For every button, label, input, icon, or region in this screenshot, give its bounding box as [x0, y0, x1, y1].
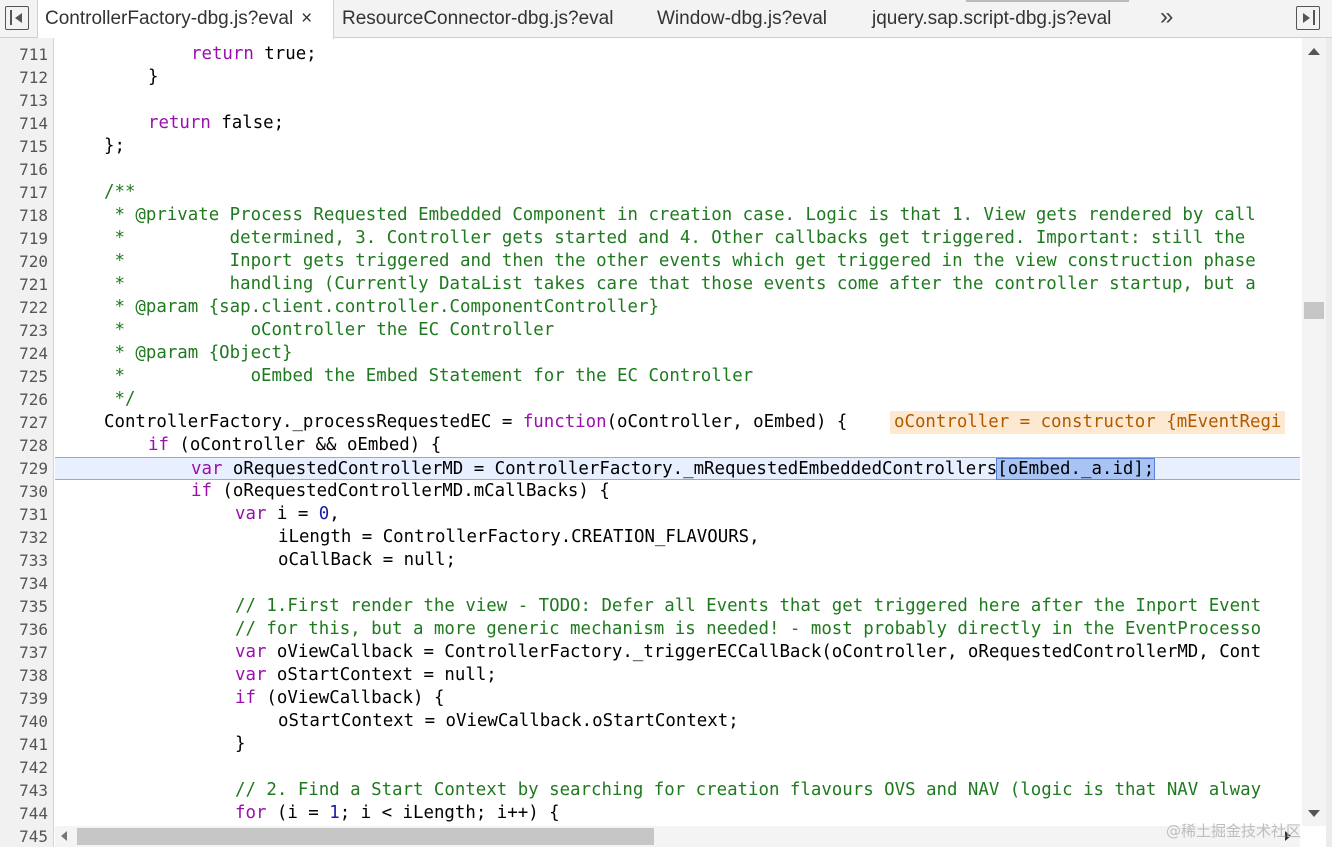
code-line: return false;	[148, 113, 285, 133]
inline-variable-value[interactable]: oController = constructor {mEventRegi	[890, 411, 1286, 434]
line-number[interactable]: 732	[0, 526, 48, 549]
horizontal-scroll-thumb[interactable]	[77, 828, 654, 845]
code-line: oStartContext = oViewCallback.oStartCont…	[278, 711, 739, 731]
watermark: @稀土掘金技术社区	[1166, 822, 1302, 840]
scroll-up-icon[interactable]	[1308, 48, 1320, 55]
code-editor[interactable]: return true; } return false; }; /** * @p…	[55, 38, 1300, 826]
line-number[interactable]: 713	[0, 89, 48, 112]
code-comment: * @private Process Requested Embedded Co…	[104, 205, 1256, 225]
line-number[interactable]: 730	[0, 480, 48, 503]
tab-label: ControllerFactory-dbg.js?eval	[45, 8, 294, 29]
code-comment: * Inport gets triggered and then the oth…	[104, 251, 1256, 271]
line-number[interactable]: 717	[0, 181, 48, 204]
line-number[interactable]: 738	[0, 664, 48, 687]
code-line: var oViewCallback = ControllerFactory._t…	[235, 642, 1262, 662]
code-comment: * oEmbed the Embed Statement for the EC …	[104, 366, 754, 386]
code-comment: * determined, 3. Controller gets started…	[104, 228, 1246, 248]
line-number[interactable]: 739	[0, 687, 48, 710]
code-line: }	[148, 67, 159, 87]
line-number[interactable]: 737	[0, 641, 48, 664]
triangle-right-icon	[1303, 13, 1310, 23]
vertical-scrollbar[interactable]	[1302, 38, 1326, 826]
tab-jquery-sap-script[interactable]: jquery.sap.script-dbg.js?eval	[872, 0, 1111, 38]
toggle-debugger-button[interactable]	[1296, 6, 1320, 30]
code-comment: * @param {Object}	[104, 343, 293, 363]
code-line: iLength = ControllerFactory.CREATION_FLA…	[278, 527, 760, 547]
line-number[interactable]: 722	[0, 296, 48, 319]
panel-bar-icon	[10, 10, 12, 25]
line-number[interactable]: 740	[0, 710, 48, 733]
line-number[interactable]: 716	[0, 158, 48, 181]
line-number[interactable]: 728	[0, 434, 48, 457]
line-number[interactable]: 724	[0, 342, 48, 365]
scroll-left-icon[interactable]	[61, 831, 67, 841]
triangle-left-icon	[15, 13, 22, 23]
vertical-scroll-thumb[interactable]	[1304, 302, 1324, 319]
code-line: oCallBack = null;	[278, 550, 456, 570]
line-number[interactable]: 727	[0, 411, 48, 434]
tab-bar: ControllerFactory-dbg.js?eval × ResourceC…	[0, 0, 1332, 39]
tab-label: jquery.sap.script-dbg.js?eval	[872, 8, 1112, 29]
tab-label: Window-dbg.js?eval	[657, 8, 828, 29]
code-comment: * oController the EC Controller	[104, 320, 555, 340]
line-number[interactable]: 734	[0, 572, 48, 595]
code-line: if (oRequestedControllerMD.mCallBacks) {	[191, 481, 610, 501]
more-tabs-button[interactable]: »	[1160, 0, 1173, 34]
code-comment: * handling (Currently DataList takes car…	[104, 274, 1256, 294]
line-number[interactable]: 731	[0, 503, 48, 526]
code-line: if (oViewCallback) {	[235, 688, 445, 708]
line-number[interactable]: 723	[0, 319, 48, 342]
code-line: for (i = 1; i < iLength; i++) {	[235, 803, 560, 823]
line-number[interactable]: 745	[0, 825, 48, 848]
code-comment: /**	[104, 182, 136, 202]
tab-resource-connector[interactable]: ResourceConnector-dbg.js?eval	[342, 0, 613, 38]
panel-bar-icon	[1313, 10, 1315, 25]
tab-controller-factory[interactable]: ControllerFactory-dbg.js?eval ×	[37, 0, 334, 39]
code-line: if (oController && oEmbed) {	[148, 435, 442, 455]
line-number[interactable]: 726	[0, 388, 48, 411]
selected-expression[interactable]: [oEmbed._a.id];	[996, 458, 1156, 480]
code-line: var oStartContext = null;	[235, 665, 497, 685]
line-number[interactable]: 715	[0, 135, 48, 158]
code-comment: // 1.First render the view - TODO: Defer…	[235, 596, 1262, 616]
horizontal-scrollbar[interactable]	[55, 826, 1300, 847]
close-icon[interactable]: ×	[301, 8, 312, 29]
line-number[interactable]: 741	[0, 733, 48, 756]
code-comment: */	[104, 389, 136, 409]
toggle-navigator-button[interactable]	[5, 6, 29, 30]
code-line: };	[104, 136, 125, 156]
line-number[interactable]: 729	[0, 457, 48, 480]
line-number[interactable]: 733	[0, 549, 48, 572]
line-number[interactable]: 721	[0, 273, 48, 296]
code-comment: // 2. Find a Start Context by searching …	[235, 780, 1262, 800]
tab-scroll-indicator	[966, 0, 1129, 2]
line-number[interactable]: 718	[0, 204, 48, 227]
line-number[interactable]: 725	[0, 365, 48, 388]
line-number-gutter[interactable]: 711 712 713 714 715 716 717 718 719 720 …	[0, 38, 54, 847]
code-line: }	[235, 734, 246, 754]
line-number[interactable]: 742	[0, 756, 48, 779]
line-number[interactable]: 735	[0, 595, 48, 618]
line-number[interactable]: 744	[0, 802, 48, 825]
tab-label: ResourceConnector-dbg.js?eval	[342, 8, 614, 29]
line-number[interactable]: 720	[0, 250, 48, 273]
line-number[interactable]: 712	[0, 66, 48, 89]
line-number[interactable]: 743	[0, 779, 48, 802]
line-number[interactable]: 736	[0, 618, 48, 641]
line-number[interactable]: 714	[0, 112, 48, 135]
tab-window[interactable]: Window-dbg.js?eval	[657, 0, 827, 38]
code-line: return true;	[191, 44, 317, 64]
clipped-line-fragment	[55, 38, 1300, 42]
code-comment: // for this, but a more generic mechanis…	[235, 619, 1262, 639]
line-number[interactable]: 711	[0, 43, 48, 66]
execution-line-highlight: var oRequestedControllerMD = ControllerF…	[55, 457, 1300, 480]
code-line: var i = 0,	[235, 504, 340, 524]
line-number[interactable]: 719	[0, 227, 48, 250]
code-comment: * @param {sap.client.controller.Componen…	[104, 297, 659, 317]
right-edge	[1326, 38, 1332, 847]
scroll-down-icon[interactable]	[1308, 810, 1320, 817]
